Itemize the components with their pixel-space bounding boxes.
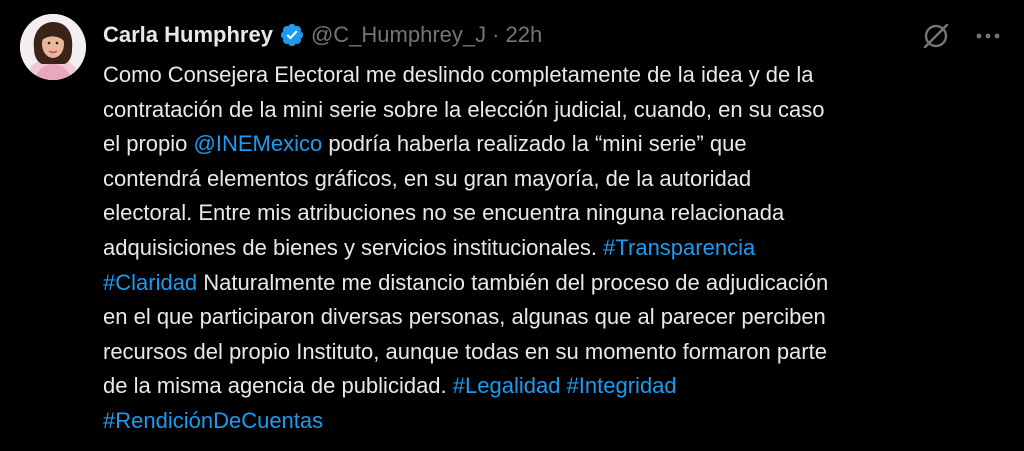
text-segment: recursos del propio Instituto, aunque to… (103, 338, 827, 364)
hashtag-link[interactable]: #Transparencia (603, 235, 755, 260)
tweet-text: Como Consejera Electoral me deslindo com… (103, 58, 1003, 439)
tweet-text-line: #Claridad Naturalmente me distancio tamb… (103, 266, 1003, 301)
verified-badge-icon (279, 22, 305, 48)
avatar-photo (20, 14, 86, 80)
hashtag-link[interactable]: #RendiciónDeCuentas (103, 408, 323, 433)
tweet-text-line: contratación de la mini serie sobre la e… (103, 93, 1003, 128)
text-segment: podría haberla realizado la “mini serie”… (322, 131, 747, 157)
hashtag-link[interactable]: #Claridad (103, 270, 197, 295)
tweet-text-line: electoral. Entre mis atribuciones no se … (103, 196, 1003, 231)
mention-link[interactable]: @INEMexico (194, 131, 323, 156)
tweet-text-line: recursos del propio Instituto, aunque to… (103, 335, 1003, 370)
text-segment: en el que participaron diversas personas… (103, 304, 826, 330)
hashtag-link[interactable]: #Integridad (567, 373, 677, 398)
text-segment: Naturalmente me distancio también del pr… (197, 269, 829, 295)
text-segment: el propio (103, 131, 194, 157)
tweet: Carla Humphrey @C_Humphrey_J · 22h Como (0, 0, 1024, 451)
hashtag-link[interactable]: #Legalidad (453, 373, 561, 398)
tweet-actions (920, 20, 1004, 52)
separator-dot: · (492, 22, 500, 47)
text-segment: adquisiciones de bienes y servicios inst… (103, 234, 604, 260)
tweet-header: Carla Humphrey @C_Humphrey_J · 22h (103, 20, 542, 50)
tweet-text-line: Como Consejera Electoral me deslindo com… (103, 58, 1003, 93)
tweet-text-line: #RendiciónDeCuentas (103, 404, 1003, 439)
tweet-text-line: en el que participaron diversas personas… (103, 300, 1003, 335)
text-segment: electoral. Entre mis atribuciones no se … (103, 200, 785, 226)
tweet-text-line: contendrá elementos gráficos, en su gran… (103, 162, 1003, 197)
tweet-text-line: adquisiciones de bienes y servicios inst… (103, 231, 1003, 266)
more-options-icon[interactable] (972, 20, 1004, 52)
text-segment: Como Consejera Electoral me deslindo com… (103, 62, 814, 87)
timestamp[interactable]: 22h (505, 20, 542, 50)
text-segment: contratación de la mini serie sobre la e… (103, 96, 825, 122)
grok-icon[interactable] (920, 20, 952, 52)
author-handle[interactable]: @C_Humphrey_J (311, 20, 486, 50)
avatar[interactable] (20, 14, 86, 80)
text-segment: contendrá elementos gráficos, en su gran… (103, 165, 752, 191)
tweet-text-line: el propio @INEMexico podría haberla real… (103, 127, 1003, 162)
tweet-text-line: de la misma agencia de publicidad. #Lega… (103, 369, 1003, 404)
author-name[interactable]: Carla Humphrey (103, 20, 273, 50)
text-segment: de la misma agencia de publicidad. (103, 373, 453, 399)
